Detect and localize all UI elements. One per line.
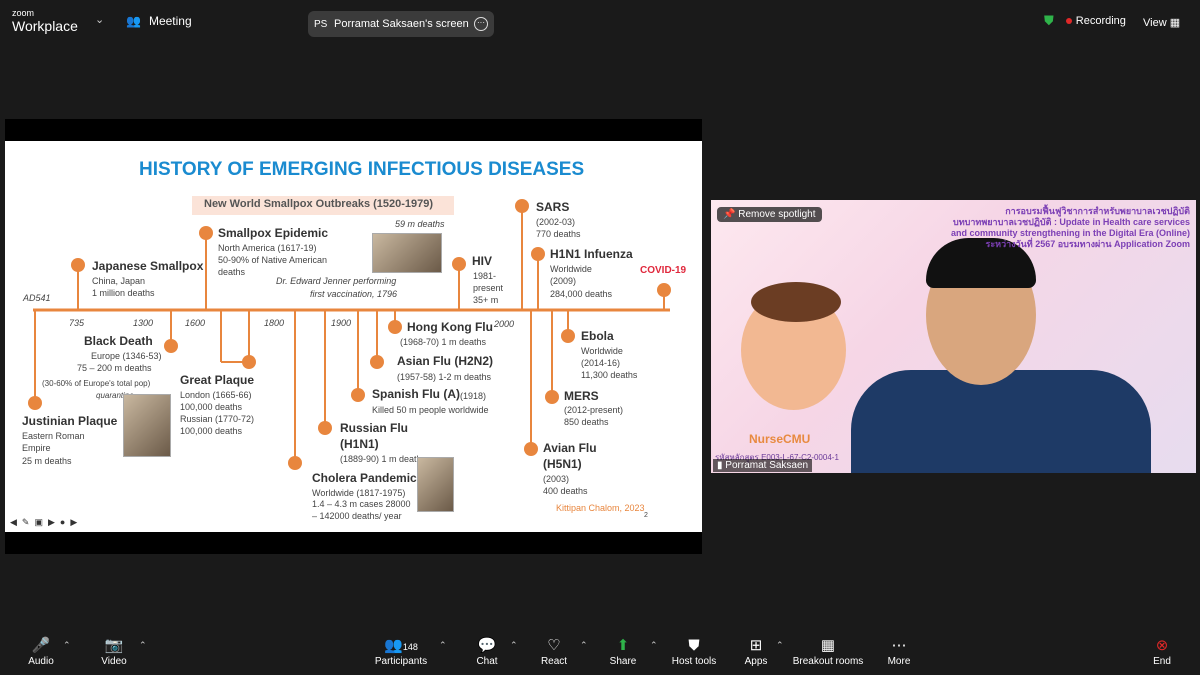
jenner-caption: first vaccination, 1796 <box>310 289 398 299</box>
year-label: 2000 <box>494 319 515 329</box>
audio-button[interactable]: 🎤 Audio <box>22 636 60 667</box>
spanish-flu-dot <box>351 388 365 402</box>
shield-icon: ⛊ <box>688 637 700 654</box>
course-overlay: การอบรมฟื้นฟูวิชาการสำหรับพยาบาลเวชปฏิบั… <box>950 206 1190 249</box>
video-off-icon: 📷 <box>104 637 124 654</box>
plague-doctor-image <box>123 394 171 457</box>
more-button[interactable]: ⋯ More <box>884 636 914 667</box>
year-label: 1600 <box>185 318 206 328</box>
breakout-rooms-icon: ▦ <box>820 637 836 654</box>
great-plaque-dot <box>242 355 256 369</box>
react-button[interactable]: ♡ React <box>537 636 571 667</box>
mascot-label: NurseCMU <box>749 432 811 446</box>
pin-icon: 📌 <box>723 209 736 220</box>
jenner-deaths: 59 m deaths <box>395 219 445 229</box>
justinian-dot <box>28 396 42 410</box>
microphone-muted-icon: 🎤 <box>31 637 51 654</box>
year-label: AD541 <box>23 293 51 303</box>
participants-icon: 👥 <box>126 14 141 28</box>
cholera-dot <box>288 456 302 470</box>
year-label: 1800 <box>264 318 285 328</box>
back-arrow-icon[interactable]: ◀ <box>10 517 17 528</box>
forward-arrow-icon[interactable]: ▶ <box>70 517 77 528</box>
share-label: Porramat Saksaen's screen <box>334 18 469 30</box>
avatar: PS <box>314 18 328 30</box>
ebola-dot <box>561 329 575 343</box>
jenner-image <box>372 233 442 273</box>
chevron-up-icon[interactable]: ⌃ <box>776 640 784 651</box>
japanese-dot <box>71 258 85 272</box>
year-label: 1300 <box>133 318 154 328</box>
zoom-logo[interactable]: zoom Workplace <box>12 9 78 34</box>
signal-icon: ▮ <box>717 460 723 471</box>
chevron-up-icon[interactable]: ⌃ <box>650 640 658 651</box>
portrait-image <box>417 457 454 512</box>
video-button[interactable]: 📷 Video <box>96 636 132 667</box>
more-icon: ⋯ <box>891 637 907 654</box>
remove-spotlight-button[interactable]: 📌 Remove spotlight <box>717 207 822 222</box>
smallpox-dot <box>199 226 213 240</box>
mascot-hat <box>751 282 841 322</box>
russian-flu-dot <box>318 421 332 435</box>
chevron-up-icon[interactable]: ⌃ <box>139 640 147 651</box>
apps-icon: ⊞ <box>749 637 763 654</box>
participants-button[interactable]: 👥148 Participants <box>370 636 432 667</box>
screen-share-indicator[interactable]: PS Porramat Saksaen's screen ··· <box>308 11 494 37</box>
jenner-caption: Dr. Edward Jenner performing <box>276 276 397 286</box>
meeting-toolbar: 🎤 Audio ⌃ 📷 Video ⌃ 👥148 Participants ⌃ 💬 Ch… <box>0 630 1200 675</box>
apps-button[interactable]: ⊞ Apps <box>740 636 772 667</box>
end-button[interactable]: ⊗ End <box>1148 636 1176 667</box>
year-label: 735 <box>69 318 85 328</box>
slide-controls: ◀ ✎ ▣ ▶ ● ▶ <box>10 517 77 528</box>
chevron-up-icon[interactable]: ⌃ <box>510 640 518 651</box>
heart-icon: ♡ <box>547 637 561 654</box>
slide: HISTORY OF EMERGING INFECTIOUS DISEASES … <box>5 141 702 532</box>
participants-count: 148 <box>402 642 418 652</box>
chevron-up-icon[interactable]: ⌃ <box>439 640 447 651</box>
share-screen-icon: ⬆ <box>616 637 630 654</box>
avian-flu-dot <box>524 442 538 456</box>
chevron-up-icon[interactable]: ⌃ <box>63 640 71 651</box>
participant-name-tag: ▮ Porramat Saksaen <box>713 459 813 472</box>
view-button[interactable]: View ▦ <box>1143 16 1180 29</box>
chevron-down-icon[interactable]: ⌄ <box>95 13 104 26</box>
speaker-shirt <box>851 370 1151 473</box>
sars-dot <box>515 199 529 213</box>
hiv-dot <box>452 257 466 271</box>
speaker-video[interactable]: การอบรมฟื้นฟูวิชาการสำหรับพยาบาลเวชปฏิบั… <box>711 200 1196 473</box>
host-tools-button[interactable]: ⛊ Host tools <box>668 636 720 667</box>
captions-icon[interactable]: ▣ <box>34 517 43 528</box>
record-dot-icon <box>1065 18 1072 24</box>
event-covid: COVID-19 <box>640 265 687 276</box>
top-bar: zoom Workplace ⌄ 👥 Meeting PS Porramat S… <box>0 0 1200 40</box>
h1n1-dot <box>531 247 545 261</box>
camera-icon[interactable]: ▶ <box>48 517 55 528</box>
slide-credit: Kittipan Chalom, 2023 <box>556 503 645 513</box>
mers-dot <box>545 390 559 404</box>
more-icon[interactable]: ● <box>60 517 65 528</box>
shield-icon: ⛊ <box>1044 13 1054 28</box>
chevron-up-icon[interactable]: ⌃ <box>580 640 588 651</box>
chat-icon: 💬 <box>477 637 497 654</box>
pen-icon[interactable]: ✎ <box>22 517 30 528</box>
hongkong-flu-dot <box>388 320 402 334</box>
shared-screen: HISTORY OF EMERGING INFECTIOUS DISEASES … <box>5 119 702 554</box>
recording-indicator[interactable]: ⛊ Recording <box>1044 13 1126 29</box>
year-label: 1900 <box>331 318 352 328</box>
share-button[interactable]: ⬆ Share <box>605 636 641 667</box>
grid-icon: ▦ <box>1169 17 1181 29</box>
end-meeting-icon: ⊗ <box>1155 637 1169 654</box>
participants-icon: 👥 <box>384 637 403 654</box>
black-death-dot <box>164 339 178 353</box>
asian-flu-dot <box>370 355 384 369</box>
more-icon[interactable]: ··· <box>474 17 488 31</box>
chat-button[interactable]: 💬 Chat <box>470 636 504 667</box>
covid-dot <box>657 283 671 297</box>
meeting-info-button[interactable]: 👥 Meeting <box>126 14 192 28</box>
breakout-rooms-button[interactable]: ▦ Breakout rooms <box>790 636 866 667</box>
slide-page-number: 2 <box>644 512 648 519</box>
